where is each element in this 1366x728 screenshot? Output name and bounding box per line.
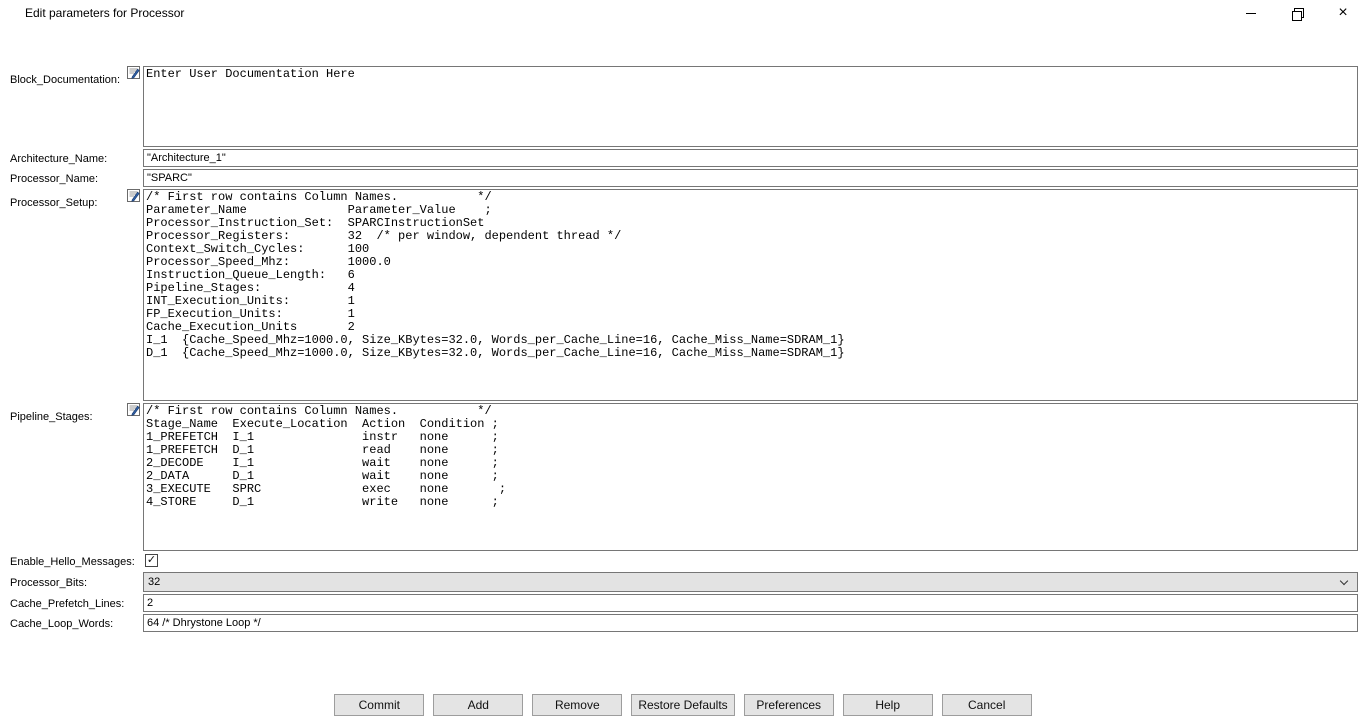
parameter-form: Block_Documentation: Enter User Document…: [0, 66, 1366, 632]
chevron-down-icon: [1340, 577, 1348, 585]
label-cell: Enable_Hello_Messages:: [0, 552, 143, 570]
add-button[interactable]: Add: [433, 694, 523, 716]
label-cell: Block_Documentation:: [0, 66, 143, 88]
field-row-processor-setup: Processor_Setup: /* First row contains C…: [0, 189, 1358, 401]
label-cell: Architecture_Name:: [0, 149, 143, 167]
field-row-pipeline-stages: Pipeline_Stages: /* First row contains C…: [0, 403, 1358, 551]
label-cell: Processor_Setup:: [0, 189, 143, 211]
field-row-architecture-name: Architecture_Name:: [0, 149, 1358, 167]
minimize-button[interactable]: [1228, 0, 1274, 26]
label-cell: Pipeline_Stages:: [0, 403, 143, 425]
field-label-block-documentation: Block_Documentation:: [10, 74, 120, 86]
label-cell: Cache_Loop_Words:: [0, 614, 143, 632]
field-label-architecture-name: Architecture_Name:: [10, 153, 107, 165]
enable-hello-checkbox[interactable]: ✓: [145, 554, 158, 567]
field-row-processor-bits: Processor_Bits: 32: [0, 572, 1358, 592]
maximize-restore-button[interactable]: [1274, 0, 1320, 26]
edit-icon[interactable]: [127, 403, 140, 416]
help-button[interactable]: Help: [843, 694, 933, 716]
field-cell: /* First row contains Column Names. */ S…: [143, 403, 1358, 551]
preferences-button[interactable]: Preferences: [744, 694, 834, 716]
field-label-pipeline-stages: Pipeline_Stages:: [10, 411, 93, 423]
restore-icon: [1292, 8, 1303, 19]
field-label-processor-bits: Processor_Bits:: [10, 577, 87, 589]
field-cell: [143, 594, 1358, 612]
label-cell: Processor_Name:: [0, 169, 143, 187]
commit-button[interactable]: Commit: [334, 694, 424, 716]
field-cell: [143, 149, 1358, 167]
field-cell: /* First row contains Column Names. */ P…: [143, 189, 1358, 401]
block-documentation-textarea[interactable]: Enter User Documentation Here: [143, 66, 1358, 147]
button-bar: Commit Add Remove Restore Defaults Prefe…: [0, 694, 1366, 716]
architecture-name-input[interactable]: [143, 149, 1358, 167]
pipeline-stages-textarea[interactable]: /* First row contains Column Names. */ S…: [143, 403, 1358, 551]
field-label-cache-loop-words: Cache_Loop_Words:: [10, 618, 113, 630]
field-cell: [143, 169, 1358, 187]
processor-name-input[interactable]: [143, 169, 1358, 187]
field-row-block-documentation: Block_Documentation: Enter User Document…: [0, 66, 1358, 147]
processor-bits-value: 32: [148, 576, 160, 588]
processor-bits-select[interactable]: 32: [143, 572, 1358, 592]
close-button[interactable]: ×: [1320, 0, 1366, 26]
restore-defaults-button[interactable]: Restore Defaults: [631, 694, 734, 716]
minimize-icon: [1246, 13, 1256, 14]
field-row-cache-prefetch-lines: Cache_Prefetch_Lines:: [0, 594, 1358, 612]
field-row-cache-loop-words: Cache_Loop_Words:: [0, 614, 1358, 632]
remove-button[interactable]: Remove: [532, 694, 622, 716]
processor-setup-textarea[interactable]: /* First row contains Column Names. */ P…: [143, 189, 1358, 401]
titlebar: Edit parameters for Processor ×: [0, 0, 1366, 26]
label-cell: Cache_Prefetch_Lines:: [0, 594, 143, 612]
close-icon: ×: [1338, 5, 1347, 21]
field-label-enable-hello-messages: Enable_Hello_Messages:: [10, 556, 135, 568]
window-controls: ×: [1228, 0, 1366, 26]
edit-icon[interactable]: [127, 189, 140, 202]
label-cell: Processor_Bits:: [0, 573, 143, 591]
cache-prefetch-lines-input[interactable]: [143, 594, 1358, 612]
field-label-cache-prefetch-lines: Cache_Prefetch_Lines:: [10, 598, 124, 610]
field-cell: [143, 614, 1358, 632]
field-cell: ✓: [143, 554, 1358, 567]
field-cell: Enter User Documentation Here: [143, 66, 1358, 147]
field-label-processor-name: Processor_Name:: [10, 173, 98, 185]
dialog-window: Edit parameters for Processor × Block_Do…: [0, 0, 1366, 716]
field-row-processor-name: Processor_Name:: [0, 169, 1358, 187]
window-title: Edit parameters for Processor: [0, 6, 184, 20]
field-cell: 32: [143, 572, 1358, 592]
cache-loop-words-input[interactable]: [143, 614, 1358, 632]
cancel-button[interactable]: Cancel: [942, 694, 1032, 716]
field-row-enable-hello-messages: Enable_Hello_Messages: ✓: [0, 553, 1358, 568]
edit-icon[interactable]: [127, 66, 140, 79]
field-label-processor-setup: Processor_Setup:: [10, 197, 97, 209]
checkmark-icon: ✓: [147, 555, 156, 566]
